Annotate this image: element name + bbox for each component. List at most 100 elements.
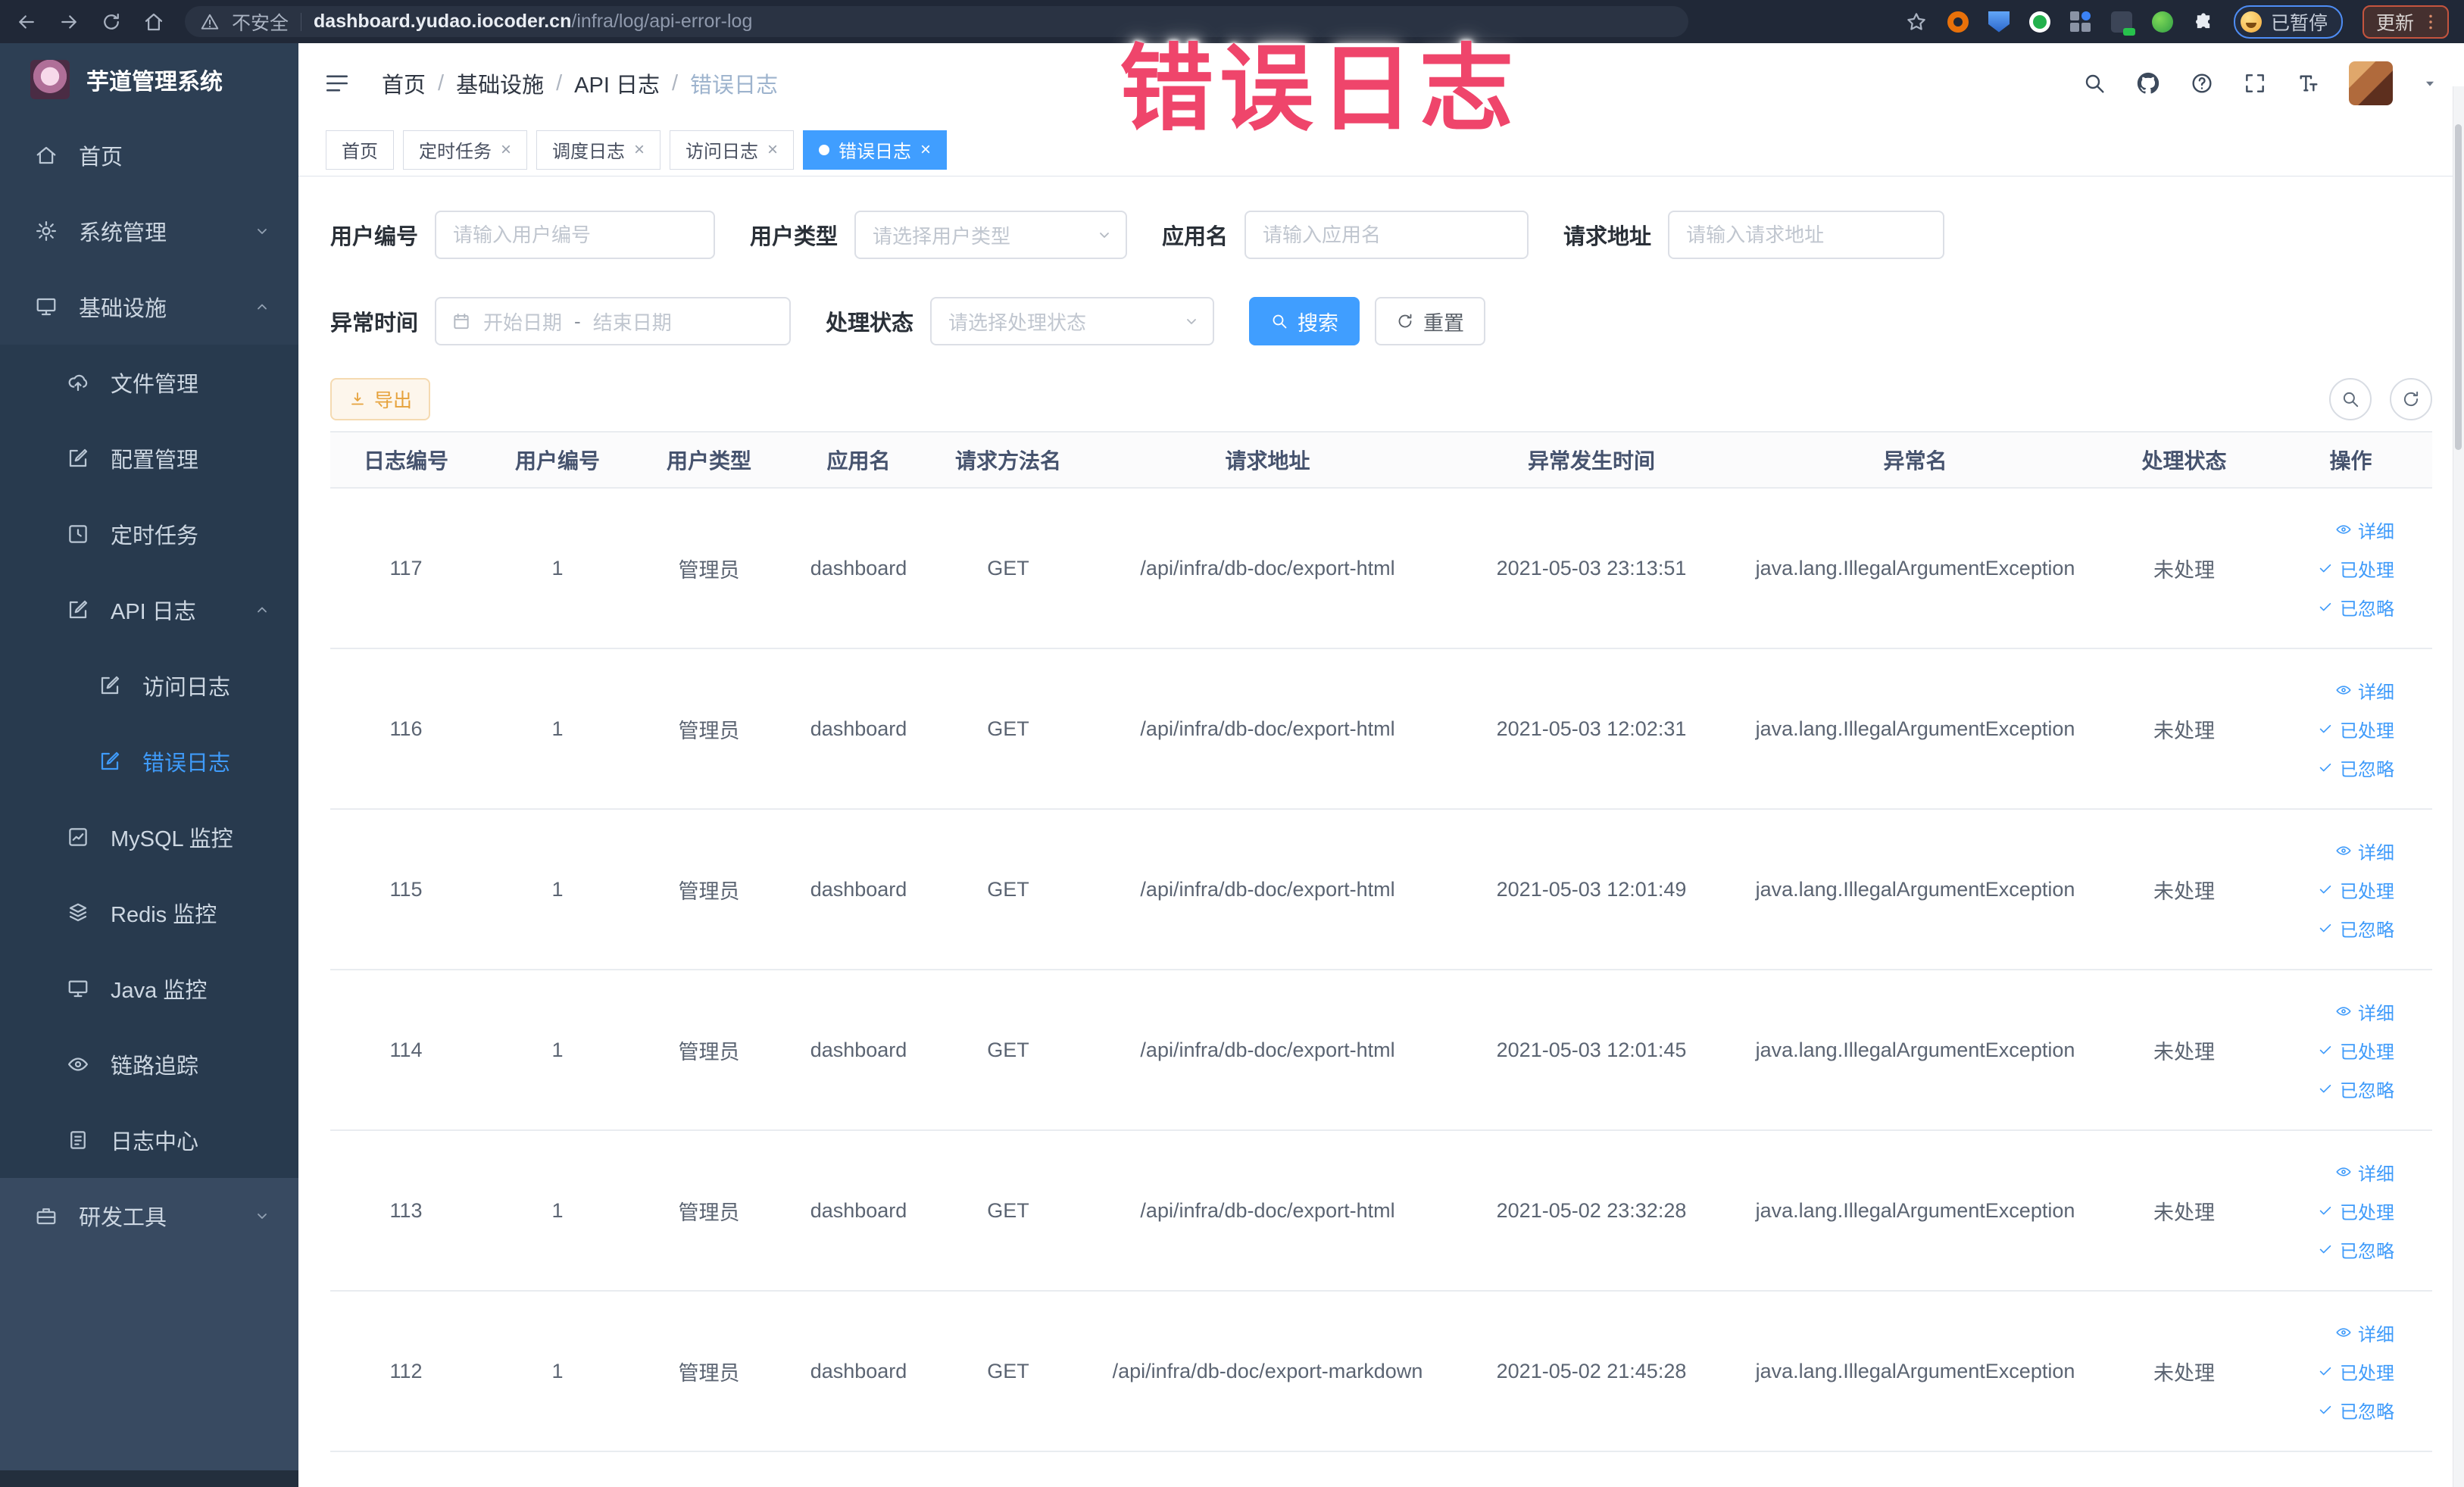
action-detail-link[interactable]: 详细	[2335, 677, 2394, 704]
action-label: 已处理	[2340, 1202, 2394, 1223]
cell-user_type: 管理员	[678, 558, 740, 582]
request-url-input[interactable]	[1668, 211, 1945, 259]
table-row: 113 1 管理员 dashboard GET/api/infra/db-doc/exp…	[330, 1131, 2432, 1292]
sidebar-item-access-log[interactable]: 访问日志	[0, 648, 298, 723]
toggle-search-button[interactable]	[2329, 378, 2372, 420]
sidebar-item-job[interactable]: 定时任务	[0, 496, 298, 572]
sidebar-item-log-center[interactable]: 日志中心	[0, 1102, 298, 1178]
search-button[interactable]: 搜索	[1249, 297, 1360, 345]
reload-button[interactable]	[100, 11, 123, 33]
app-header: 首页 / 基础设施 / API 日志 / 错误日志	[298, 43, 2464, 123]
collapse-sidebar-icon[interactable]	[324, 70, 350, 96]
github-icon[interactable]	[2135, 70, 2161, 96]
action-detail-link[interactable]: 详细	[2335, 1320, 2394, 1346]
sidebar-item-mysql[interactable]: MySQL 监控	[0, 799, 298, 875]
cell-time: 2021-05-03 12:01:45	[1496, 1038, 1687, 1061]
table-header: 日志编号 用户编号 用户类型 应用名 请求方法名 请求地址 异常发生时间 异常名 处理状态 操作	[330, 433, 2432, 489]
date-range-input[interactable]: 开始日期 - 结束日期	[435, 297, 792, 345]
user-type-select[interactable]: 请选择用户类型	[854, 211, 1128, 259]
scrollbar-thumb[interactable]	[2455, 124, 2462, 450]
font-size-icon[interactable]	[2296, 71, 2320, 95]
extension-leaf-icon[interactable]	[2151, 11, 2173, 33]
user-id-input[interactable]	[435, 211, 716, 259]
forward-button[interactable]	[58, 11, 80, 33]
breadcrumb-item[interactable]: API 日志	[574, 67, 660, 99]
sidebar-item-home[interactable]: 首页	[0, 117, 298, 193]
tab-access-log[interactable]: 访问日志 ×	[670, 130, 795, 170]
action-processed-link[interactable]: 已处理	[2317, 555, 2394, 582]
avatar[interactable]	[2349, 61, 2393, 105]
extension-orange-icon[interactable]	[1947, 11, 1969, 33]
action-ignored-link[interactable]: 已忽略	[2317, 754, 2394, 781]
extension-shield-icon[interactable]	[1988, 11, 2010, 33]
tab-job-log[interactable]: 调度日志 ×	[536, 130, 661, 170]
caret-down-icon[interactable]	[2422, 75, 2438, 92]
sidebar-item-dev-tools[interactable]: 研发工具	[0, 1178, 298, 1254]
breadcrumb-item[interactable]: 基础设施	[456, 67, 544, 99]
reset-button[interactable]: 重置	[1375, 297, 1486, 345]
security-chip[interactable]: 不安全	[232, 8, 289, 36]
action-detail-link[interactable]: 详细	[2335, 517, 2394, 543]
action-processed-link[interactable]: 已处理	[2317, 876, 2394, 903]
extensions-puzzle-icon[interactable]	[2193, 11, 2214, 33]
app-name-input[interactable]	[1244, 211, 1529, 259]
sidebar-item-redis[interactable]: Redis 监控	[0, 875, 298, 951]
extension-grid-icon[interactable]	[2069, 11, 2091, 33]
action-ignored-link[interactable]: 已忽略	[2317, 915, 2394, 942]
extension-switch-icon[interactable]	[2110, 11, 2135, 36]
action-processed-link[interactable]: 已处理	[2317, 1037, 2394, 1064]
puzzle-icon	[2196, 12, 2210, 28]
check-icon	[2319, 564, 2331, 573]
paused-badge[interactable]: 已暂停	[2233, 5, 2343, 39]
filter-row-1: 用户编号 用户类型 请选择用户类型 应用名 请求地址	[330, 210, 2432, 260]
extension-green-icon[interactable]	[2028, 11, 2050, 33]
browser-home-button[interactable]	[142, 11, 165, 33]
sidebar-item-system[interactable]: 系统管理	[0, 193, 298, 269]
breadcrumb-item[interactable]: 首页	[382, 67, 426, 99]
close-tab-icon[interactable]: ×	[501, 140, 511, 159]
action-label: 已处理	[2340, 1363, 2394, 1384]
sidebar-item-trace[interactable]: 链路追踪	[0, 1026, 298, 1102]
update-button[interactable]: 更新	[2362, 5, 2449, 39]
apilog-icon	[69, 600, 88, 619]
fullscreen-icon[interactable]	[2243, 71, 2267, 95]
sidebar-item-error-log[interactable]: 错误日志	[0, 723, 298, 799]
refresh-table-button[interactable]	[2390, 378, 2432, 420]
sidebar-item-java[interactable]: Java 监控	[0, 951, 298, 1026]
date-start-placeholder: 开始日期	[483, 311, 563, 334]
tab-home[interactable]: 首页	[326, 130, 394, 170]
address-bar[interactable]: 不安全 dashboard.yudao.iocoder.cn/infra/log…	[185, 6, 1688, 37]
action-ignored-link[interactable]: 已忽略	[2317, 594, 2394, 620]
scrollbar[interactable]	[2453, 86, 2464, 1487]
sidebar-item-infra[interactable]: 基础设施	[0, 269, 298, 345]
sidebar-item-file[interactable]: 文件管理	[0, 345, 298, 420]
action-processed-link[interactable]: 已处理	[2317, 716, 2394, 742]
action-ignored-link[interactable]: 已忽略	[2317, 1076, 2394, 1102]
sidebar-item-api-log[interactable]: API 日志	[0, 572, 298, 648]
action-ignored-link[interactable]: 已忽略	[2317, 1397, 2394, 1423]
tab-job[interactable]: 定时任务 ×	[403, 130, 528, 170]
search-icon[interactable]	[2082, 71, 2106, 95]
cell-url: /api/infra/db-doc/export-html	[1140, 556, 1395, 579]
export-button[interactable]: 导出	[330, 378, 431, 420]
docs-question-icon[interactable]	[2190, 71, 2214, 95]
tab-error-log[interactable]: 错误日志 ×	[803, 130, 948, 170]
action-detail-link[interactable]: 详细	[2335, 1159, 2394, 1186]
bookmark-star-icon[interactable]	[1905, 11, 1928, 33]
close-tab-icon[interactable]: ×	[634, 140, 645, 159]
action-detail-link[interactable]: 详细	[2335, 998, 2394, 1025]
cell-exception: java.lang.IllegalArgumentException	[1755, 1038, 2075, 1061]
sidebar-item-label: 访问日志	[142, 676, 231, 700]
close-tab-icon[interactable]: ×	[767, 140, 778, 159]
sidebar-logo[interactable]: 芋道管理系统	[0, 43, 298, 110]
chevron-up-icon	[258, 607, 267, 613]
action-processed-link[interactable]: 已处理	[2317, 1358, 2394, 1385]
sidebar-item-config[interactable]: 配置管理	[0, 420, 298, 496]
action-detail-link[interactable]: 详细	[2335, 838, 2394, 864]
action-ignored-link[interactable]: 已忽略	[2317, 1236, 2394, 1263]
cell-method: GET	[987, 1198, 1029, 1222]
back-button[interactable]	[15, 11, 38, 33]
close-tab-icon[interactable]: ×	[920, 140, 931, 159]
action-processed-link[interactable]: 已处理	[2317, 1198, 2394, 1224]
process-status-select[interactable]: 请选择处理状态	[930, 297, 1215, 345]
